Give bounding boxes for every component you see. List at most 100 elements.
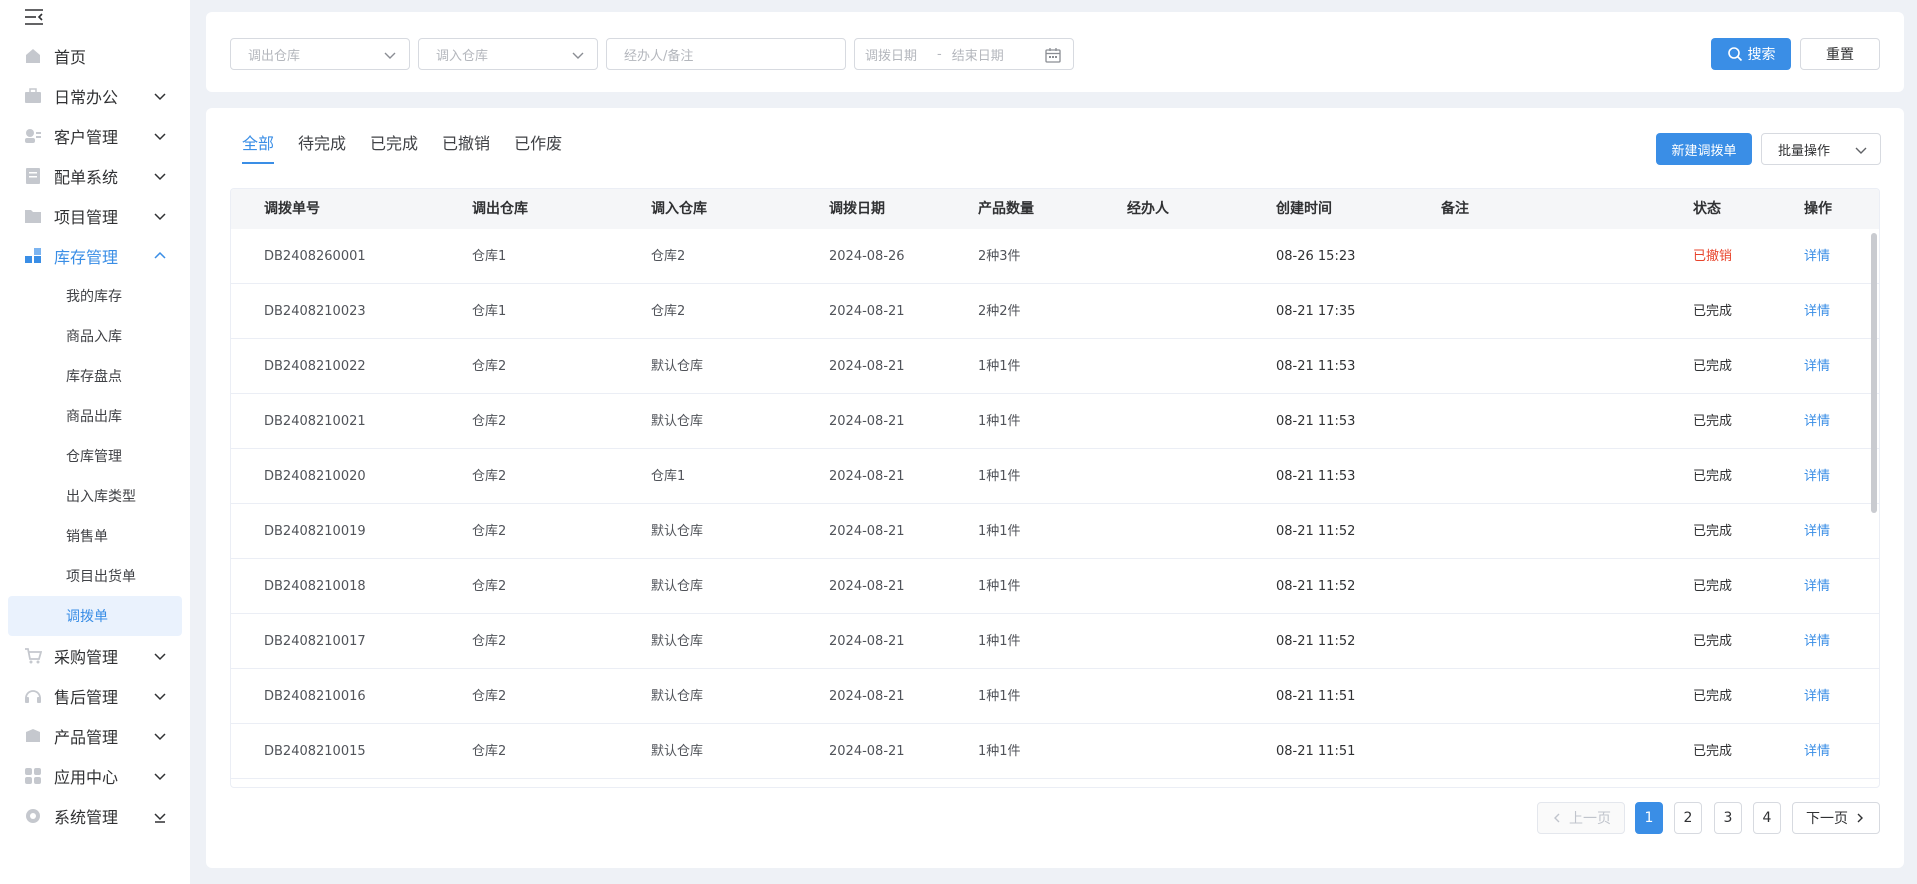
detail-link[interactable]: 详情: [1804, 229, 1830, 284]
sidebar-subitem-warehouse[interactable]: 仓库管理: [0, 436, 190, 476]
detail-link[interactable]: 详情: [1804, 394, 1830, 449]
sidebar: 首页 日常办公 客户管理 配单系统 项目管理 库存管理 我的库存 商品入库 库存…: [0, 0, 190, 884]
table-scrollbar[interactable]: [1871, 233, 1877, 513]
detail-link[interactable]: 详情: [1804, 614, 1830, 669]
sidebar-item-label: 应用中心: [54, 768, 119, 787]
sidebar-subitem-stocktake[interactable]: 库存盘点: [0, 356, 190, 396]
detail-link[interactable]: 详情: [1804, 669, 1830, 724]
next-page-button[interactable]: 下一页: [1792, 802, 1880, 834]
header-status: 状态: [1693, 201, 1721, 217]
sidebar-item-purchase[interactable]: 采购管理: [0, 636, 190, 676]
sidebar-subitem-sales-order[interactable]: 销售单: [0, 516, 190, 556]
reset-button[interactable]: 重置: [1800, 38, 1880, 70]
page-1-button[interactable]: 1: [1635, 802, 1663, 834]
folder-icon: [24, 207, 42, 225]
cell-transfer-date: 2024-08-21: [829, 579, 905, 594]
sidebar-item-customer[interactable]: 客户管理: [0, 116, 190, 156]
cell-status: 已完成: [1693, 359, 1733, 374]
chevron-down-icon: [1855, 147, 1867, 154]
cell-in-warehouse: 默认仓库: [651, 579, 704, 594]
prev-page-label: 上一页: [1569, 811, 1611, 827]
prev-page-button[interactable]: 上一页: [1537, 802, 1625, 834]
cell-order-no: DB2408210021: [264, 414, 366, 429]
detail-link[interactable]: 详情: [1804, 339, 1830, 394]
sidebar-item-label: 配单系统: [54, 168, 119, 187]
sidebar-subitem-io-type[interactable]: 出入库类型: [0, 476, 190, 516]
chevron-left-icon: [1554, 813, 1560, 823]
header-quantity: 产品数量: [978, 201, 1034, 217]
tab-all[interactable]: 全部: [242, 130, 275, 164]
date-separator: -: [937, 46, 942, 62]
cell-order-no: DB2408210016: [264, 689, 366, 704]
tab-voided[interactable]: 已作废: [514, 130, 562, 164]
sidebar-subitem-stock-in[interactable]: 商品入库: [0, 316, 190, 356]
sidebar-item-label: 产品管理: [54, 728, 119, 747]
cell-status: 已撤销: [1693, 249, 1733, 264]
chevron-right-icon: [1857, 813, 1863, 823]
cell-quantity: 1种1件: [978, 524, 1021, 539]
sidebar-item-inventory[interactable]: 库存管理: [0, 236, 190, 276]
sidebar-item-home[interactable]: 首页: [0, 36, 190, 76]
table-row: DB2408210022 仓库2 默认仓库 2024-08-21 1种1件 08-21 1…: [231, 339, 1879, 394]
tab-completed[interactable]: 已完成: [370, 130, 418, 164]
sidebar-item-system[interactable]: 系统管理: [0, 796, 190, 836]
page-2-button[interactable]: 2: [1674, 802, 1702, 834]
new-transfer-button[interactable]: 新建调拨单: [1656, 133, 1752, 165]
page-3-button[interactable]: 3: [1714, 802, 1742, 834]
cell-out-warehouse: 仓库2: [472, 524, 507, 539]
table-row: DB2408210018 仓库2 默认仓库 2024-08-21 1种1件 08-21 1…: [231, 559, 1879, 614]
sidebar-subitem-my-inventory[interactable]: 我的库存: [0, 276, 190, 316]
cell-transfer-date: 2024-08-26: [829, 249, 905, 264]
tab-pending[interactable]: 待完成: [298, 130, 346, 164]
detail-link[interactable]: 详情: [1804, 559, 1830, 614]
cell-order-no: DB2408210017: [264, 634, 366, 649]
cell-status: 已完成: [1693, 579, 1733, 594]
sidebar-item-office[interactable]: 日常办公: [0, 76, 190, 116]
tab-cancelled[interactable]: 已撤销: [442, 130, 490, 164]
collapse-menu-icon[interactable]: [24, 8, 44, 26]
side-menu: 首页 日常办公 客户管理 配单系统 项目管理 库存管理 我的库存 商品入库 库存…: [0, 36, 190, 836]
detail-link[interactable]: 详情: [1804, 449, 1830, 504]
end-date-input[interactable]: 结束日期: [952, 45, 1004, 64]
table-header: 调拨单号 调出仓库 调入仓库 调拨日期 产品数量 经办人 创建时间 备注 状态 …: [231, 189, 1879, 229]
cell-order-no: DB2408210023: [264, 304, 366, 319]
page-4-button[interactable]: 4: [1753, 802, 1781, 834]
in-warehouse-select[interactable]: 调入仓库: [418, 38, 598, 70]
cell-quantity: 1种1件: [978, 689, 1021, 704]
search-button-label: 搜索: [1747, 46, 1776, 62]
sidebar-subitem-transfer[interactable]: 调拨单: [8, 596, 182, 636]
sidebar-item-aftersales[interactable]: 售后管理: [0, 676, 190, 716]
table-body: DB2408260001 仓库1 仓库2 2024-08-26 2种3件 08-26 15…: [231, 229, 1879, 779]
chevron-up-icon: [154, 251, 166, 259]
sidebar-item-label: 项目管理: [54, 208, 119, 227]
detail-link[interactable]: 详情: [1804, 724, 1830, 779]
start-date-input[interactable]: 调拨日期: [865, 45, 917, 64]
cell-created-time: 08-21 11:51: [1276, 744, 1356, 759]
cell-in-warehouse: 仓库1: [651, 469, 686, 484]
box-icon: [24, 727, 42, 745]
cell-status: 已完成: [1693, 469, 1733, 484]
detail-link[interactable]: 详情: [1804, 284, 1830, 339]
date-range-picker[interactable]: 调拨日期 - 结束日期: [854, 38, 1074, 70]
batch-operation-dropdown[interactable]: 批量操作: [1761, 133, 1881, 165]
settings-icon: [24, 807, 42, 825]
inventory-icon: [24, 247, 42, 265]
sidebar-item-label: 客户管理: [54, 128, 119, 147]
cell-transfer-date: 2024-08-21: [829, 689, 905, 704]
cell-order-no: DB2408210020: [264, 469, 366, 484]
cell-created-time: 08-21 11:53: [1276, 359, 1356, 374]
sidebar-item-apps[interactable]: 应用中心: [0, 756, 190, 796]
out-warehouse-select[interactable]: 调出仓库: [230, 38, 410, 70]
sidebar-item-project[interactable]: 项目管理: [0, 196, 190, 236]
chevron-down-icon: [154, 773, 166, 781]
cell-in-warehouse: 默认仓库: [651, 634, 704, 649]
sidebar-item-product[interactable]: 产品管理: [0, 716, 190, 756]
apps-icon: [24, 767, 42, 785]
search-button[interactable]: 搜索: [1711, 38, 1791, 70]
header-handler: 经办人: [1127, 201, 1169, 217]
sidebar-subitem-project-shipment[interactable]: 项目出货单: [0, 556, 190, 596]
sidebar-item-order-system[interactable]: 配单系统: [0, 156, 190, 196]
detail-link[interactable]: 详情: [1804, 504, 1830, 559]
sidebar-subitem-stock-out[interactable]: 商品出库: [0, 396, 190, 436]
handler-remark-input[interactable]: 经办人/备注: [606, 38, 846, 70]
